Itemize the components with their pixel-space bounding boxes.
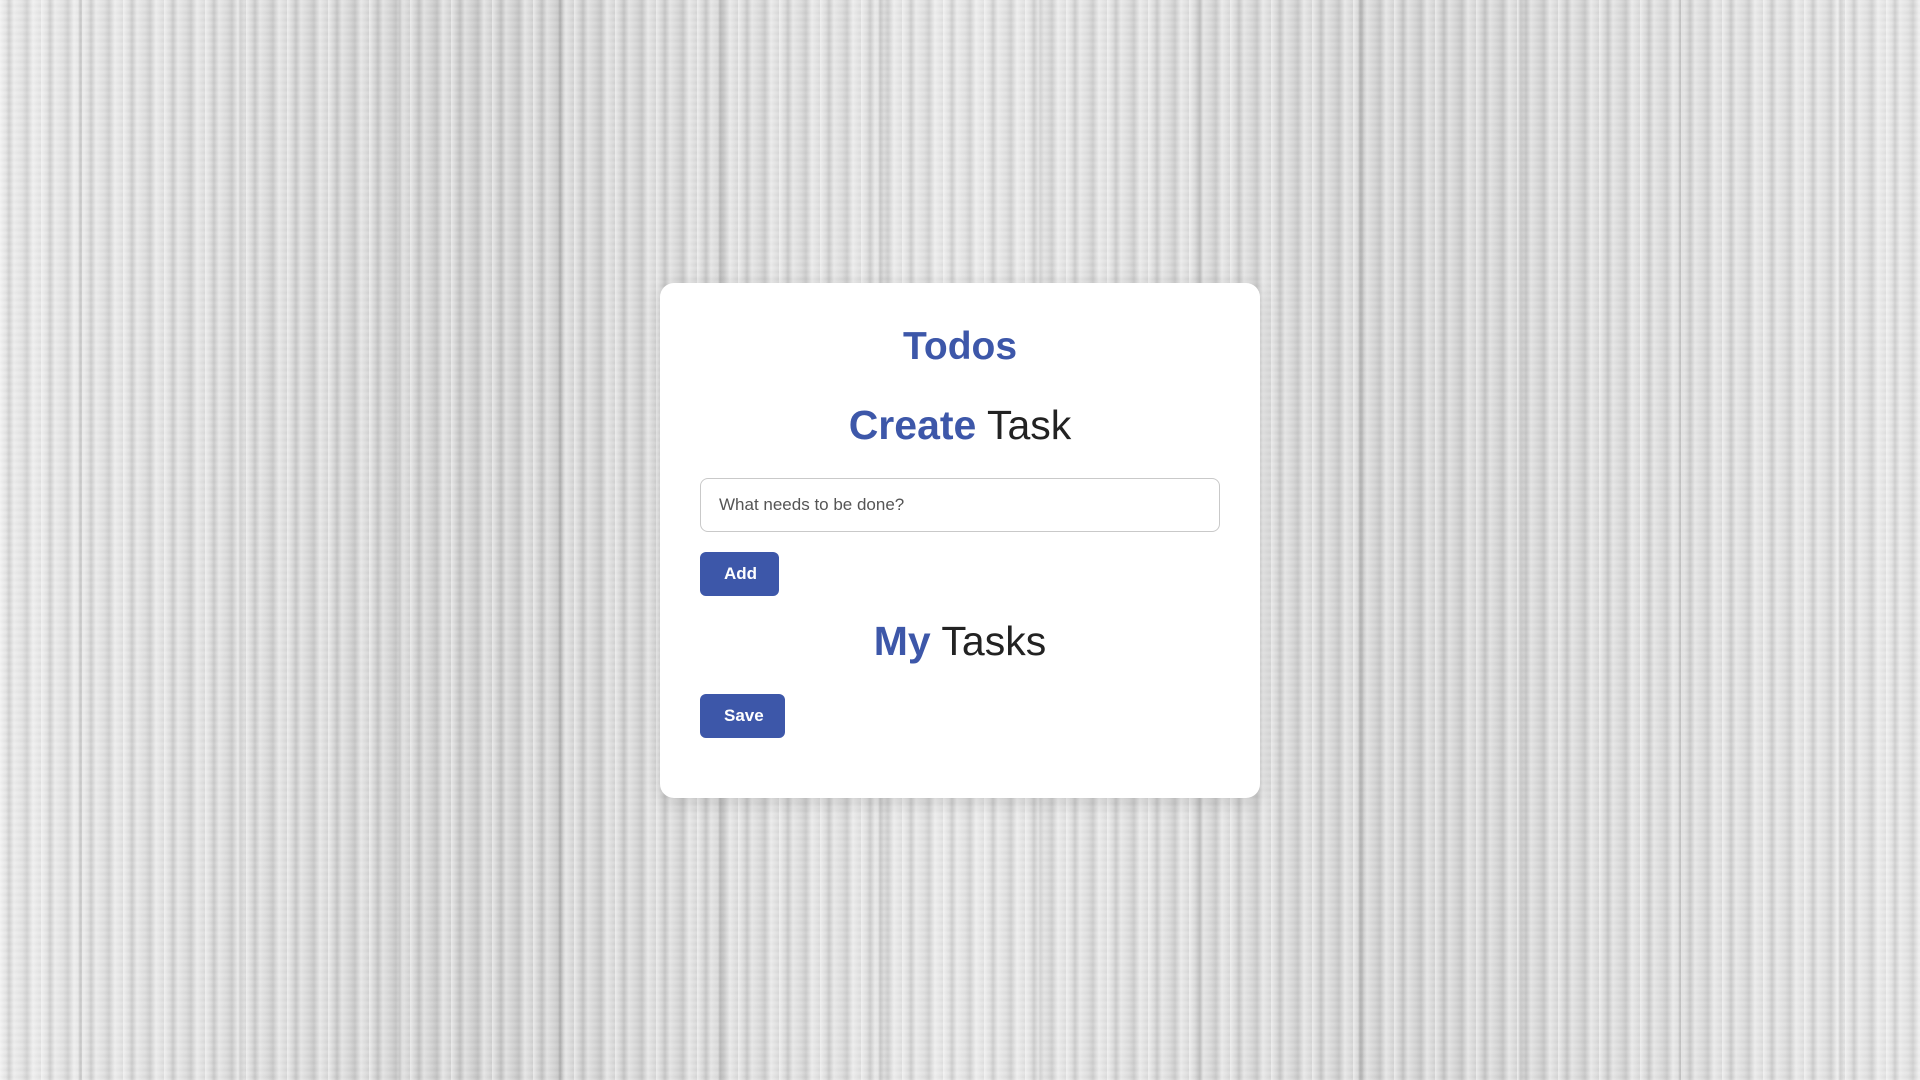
todo-card: Todos Create Task Add My Tasks Save <box>660 283 1260 798</box>
my-tasks-heading-accent: My <box>873 618 931 664</box>
create-task-heading-rest: Task <box>976 402 1072 448</box>
my-tasks-heading-rest: Tasks <box>930 618 1047 664</box>
new-task-input[interactable] <box>700 478 1220 532</box>
save-button[interactable]: Save <box>700 694 785 738</box>
my-tasks-heading: My Tasks <box>660 617 1260 666</box>
app-title: Todos <box>902 325 1018 368</box>
add-task-button[interactable]: Add <box>700 552 779 596</box>
create-task-heading: Create Task <box>660 401 1260 450</box>
create-task-heading-accent: Create <box>848 402 977 448</box>
